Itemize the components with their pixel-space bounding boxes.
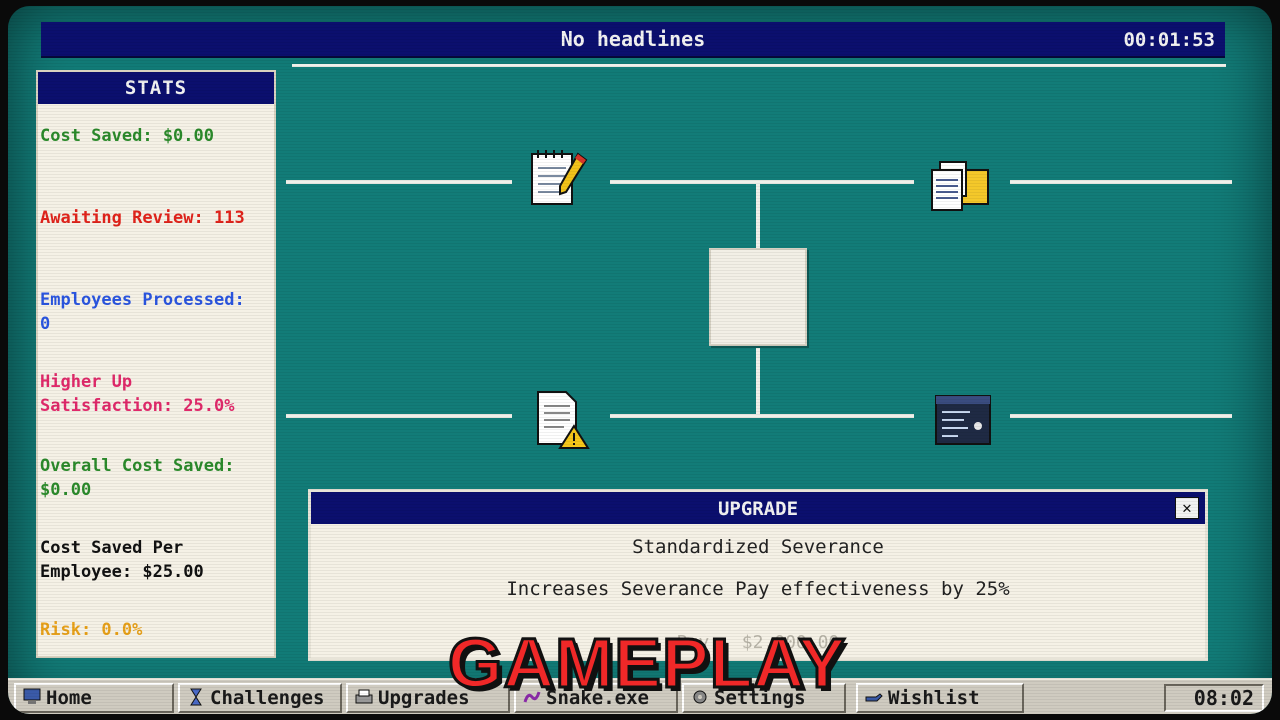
pipeline-line	[1010, 414, 1232, 418]
upgrade-description: Increases Severance Pay effectiveness by…	[506, 578, 1010, 600]
headline-text: No headlines	[560, 27, 706, 51]
taskbar-challenges-button[interactable]: Challenges	[178, 683, 342, 713]
top-divider	[292, 64, 1226, 67]
taskbar-clock: 08:02	[1164, 684, 1264, 712]
upgrade-titlebar: UPGRADE ✕	[311, 492, 1205, 524]
terminal-window-icon[interactable]	[930, 388, 996, 454]
stats-panel: STATS Cost Saved: $0.00 Awaiting Review:…	[36, 70, 276, 658]
stats-title: STATS	[38, 72, 274, 104]
stat-awaiting-review: Awaiting Review: 113	[40, 208, 245, 228]
taskbar-home-button[interactable]: Home	[14, 683, 174, 713]
pipeline-line	[286, 414, 512, 418]
pipeline-connector	[756, 184, 760, 248]
upgrade-title: UPGRADE	[717, 498, 799, 520]
taskbar-home-label: Home	[46, 687, 92, 709]
stat-employees-processed: Employees Processed: 0	[40, 290, 245, 334]
computer-icon	[23, 688, 41, 704]
document-warning-icon[interactable]	[530, 386, 596, 452]
stat-higher-up-satisfaction: Higher Up Satisfaction: 25.0%	[40, 372, 235, 416]
close-button[interactable]: ✕	[1175, 497, 1199, 519]
hourglass-icon	[190, 688, 202, 706]
stat-cost-saved: Cost Saved: $0.00	[40, 126, 214, 146]
gameplay-overlay-text: GAMEPLAY	[446, 624, 847, 702]
pipeline-line	[286, 180, 512, 184]
documents-folder-icon[interactable]	[926, 152, 992, 218]
pipeline-line	[610, 180, 914, 184]
processing-box[interactable]	[709, 248, 807, 346]
pipeline-line	[1010, 180, 1232, 184]
taskbar-wishlist-button[interactable]: Wishlist	[856, 683, 1024, 713]
headline-bar: No headlines 00:01:53	[41, 22, 1225, 58]
stat-cost-saved-per-employee: Cost Saved Per Employee: $25.00	[40, 538, 204, 582]
game-timer: 00:01:53	[1123, 29, 1215, 51]
taskbar-wishlist-label: Wishlist	[888, 687, 980, 709]
pipeline-connector	[756, 346, 760, 414]
game-screen: No headlines 00:01:53 STATS Cost Saved: …	[8, 6, 1272, 714]
stat-risk: Risk: 0.0%	[40, 620, 143, 640]
pipeline-line	[610, 414, 914, 418]
printer-icon	[355, 689, 373, 704]
taskbar-challenges-label: Challenges	[210, 687, 325, 709]
stat-overall-cost-saved: Overall Cost Saved: $0.00	[40, 456, 235, 500]
hand-icon	[865, 693, 883, 702]
notepad-pencil-icon[interactable]	[526, 146, 592, 212]
upgrade-name: Standardized Severance	[632, 536, 884, 558]
